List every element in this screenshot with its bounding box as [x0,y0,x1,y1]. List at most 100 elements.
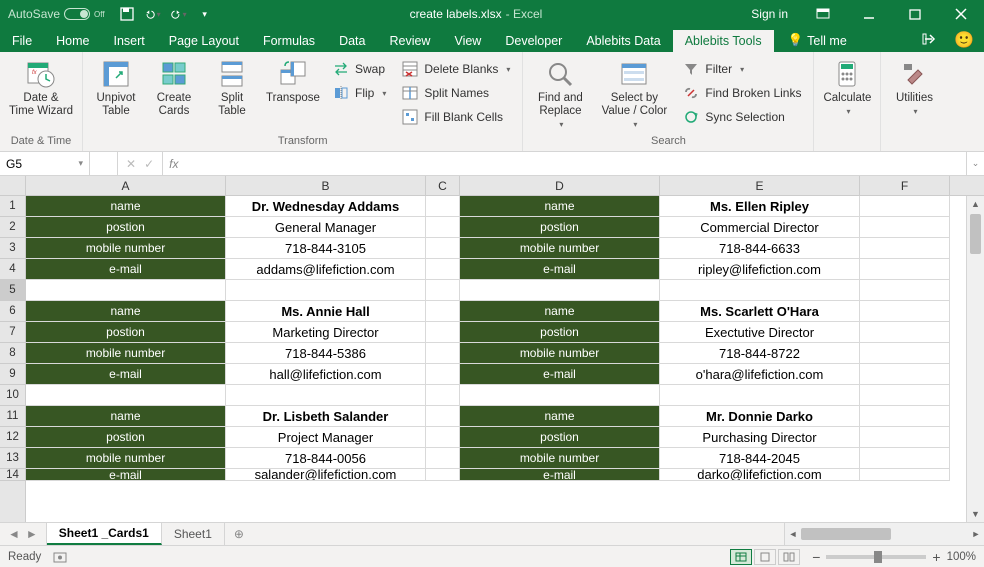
cell[interactable] [426,259,460,280]
cell[interactable]: Exectutive Director [660,322,860,343]
cell[interactable] [426,196,460,217]
scroll-right-icon[interactable]: ► [968,529,984,539]
cell[interactable]: hall@lifefiction.com [226,364,426,385]
enter-formula-icon[interactable]: ✓ [144,157,154,171]
cell[interactable] [26,280,226,301]
cell[interactable] [860,259,950,280]
date-time-wizard-button[interactable]: fx Date & Time Wizard [6,56,76,118]
cell[interactable] [860,448,950,469]
split-table-button[interactable]: Split Table [205,56,259,118]
split-names-button[interactable]: Split Names [396,82,516,104]
cell[interactable]: postion [26,322,226,343]
tab-ablebits-data[interactable]: Ablebits Data [574,30,672,52]
cell[interactable] [26,385,226,406]
tab-view[interactable]: View [442,30,493,52]
cell[interactable] [460,280,660,301]
cell[interactable]: name [26,406,226,427]
cell[interactable]: 718-844-8722 [660,343,860,364]
cell[interactable]: 718-844-5386 [226,343,426,364]
cell[interactable] [426,238,460,259]
tab-review[interactable]: Review [377,30,442,52]
cancel-formula-icon[interactable]: ✕ [126,157,136,171]
cell[interactable]: postion [460,427,660,448]
qat-customize-icon[interactable]: ▾ [197,6,213,22]
cell[interactable] [860,364,950,385]
col-header-F[interactable]: F [860,176,950,195]
sign-in-button[interactable]: Sign in [739,7,800,21]
cell[interactable]: ripley@lifefiction.com [660,259,860,280]
cell[interactable]: name [26,196,226,217]
cell[interactable] [860,322,950,343]
cell[interactable]: mobile number [26,448,226,469]
find-broken-links-button[interactable]: Find Broken Links [677,82,807,104]
cell[interactable]: mobile number [26,343,226,364]
cell[interactable]: postion [26,427,226,448]
cell[interactable]: e-mail [26,364,226,385]
share-button[interactable] [922,31,938,47]
cell[interactable] [660,280,860,301]
sheet-prev-icon[interactable]: ◄ [8,527,20,541]
tab-page-layout[interactable]: Page Layout [157,30,251,52]
fill-blank-button[interactable]: Fill Blank Cells [396,106,516,128]
formula-input[interactable] [184,152,966,175]
row-header[interactable]: 8 [0,343,25,364]
tell-me[interactable]: 💡 Tell me [780,29,855,52]
cell[interactable] [426,406,460,427]
cell[interactable]: e-mail [460,469,660,481]
cell[interactable] [860,343,950,364]
cell[interactable]: Mr. Donnie Darko [660,406,860,427]
zoom-out-button[interactable]: − [812,549,820,565]
tab-formulas[interactable]: Formulas [251,30,327,52]
cell[interactable]: 718-844-6633 [660,238,860,259]
cell[interactable] [426,364,460,385]
cell[interactable] [426,343,460,364]
cell[interactable] [860,238,950,259]
tab-home[interactable]: Home [44,30,101,52]
scroll-up-icon[interactable]: ▲ [967,196,984,212]
cell[interactable] [426,322,460,343]
row-header[interactable]: 14 [0,469,25,481]
zoom-slider-thumb[interactable] [874,551,882,563]
autosave-toggle[interactable]: AutoSave Off [0,7,113,21]
cell[interactable]: Dr. Lisbeth Salander [226,406,426,427]
cell[interactable]: 718-844-2045 [660,448,860,469]
cell[interactable]: mobile number [460,238,660,259]
redo-button[interactable] [171,6,187,22]
row-header[interactable]: 11 [0,406,25,427]
cell[interactable]: salander@lifefiction.com [226,469,426,481]
find-replace-button[interactable]: Find and Replace [529,56,591,129]
cell[interactable] [426,385,460,406]
cell[interactable] [426,448,460,469]
cell[interactable]: Project Manager [226,427,426,448]
cell[interactable]: Dr. Wednesday Addams [226,196,426,217]
cell[interactable] [860,301,950,322]
cell[interactable]: e-mail [26,259,226,280]
transpose-button[interactable]: Transpose [263,56,323,105]
select-by-value-button[interactable]: Select by Value / Color [595,56,673,129]
row-header[interactable]: 10 [0,385,25,406]
sheet-tab-active[interactable]: Sheet1 _Cards1 [47,523,162,545]
tab-developer[interactable]: Developer [493,30,574,52]
cell[interactable]: mobile number [460,343,660,364]
cell[interactable] [426,469,460,481]
row-header[interactable]: 9 [0,364,25,385]
expand-formula-bar-icon[interactable]: ⌄ [966,152,984,175]
cell[interactable]: darko@lifefiction.com [660,469,860,481]
cell[interactable]: Purchasing Director [660,427,860,448]
cell[interactable] [426,217,460,238]
cell[interactable] [426,280,460,301]
scroll-down-icon[interactable]: ▼ [967,506,984,522]
cell[interactable] [860,217,950,238]
fx-icon[interactable]: fx [163,152,184,175]
row-header[interactable]: 4 [0,259,25,280]
col-header-C[interactable]: C [426,176,460,195]
tab-insert[interactable]: Insert [102,30,157,52]
utilities-button[interactable]: Utilities [887,56,941,116]
page-break-view-button[interactable] [778,549,800,565]
hscroll-thumb[interactable] [801,528,891,540]
cell[interactable]: Commercial Director [660,217,860,238]
vertical-scrollbar[interactable]: ▲ ▼ [966,196,984,522]
col-header-D[interactable]: D [460,176,660,195]
row-header[interactable]: 7 [0,322,25,343]
row-header[interactable]: 13 [0,448,25,469]
